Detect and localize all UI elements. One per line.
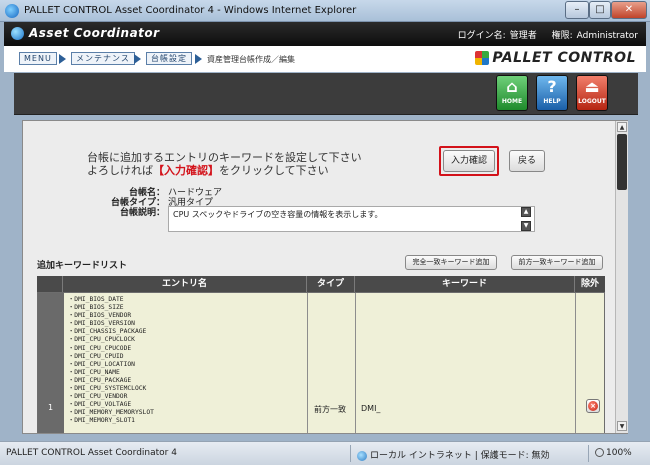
window-titlebar: PALLET CONTROL Asset Coordinator 4 - Win… [0, 0, 650, 22]
row-number-cell: 1 [38, 293, 64, 433]
help-icon: ? [547, 77, 557, 96]
keyword-cell [356, 293, 576, 433]
status-separator [588, 445, 589, 462]
col-type: タイプ [307, 276, 355, 292]
entry-name-item: ・DMI_CPU_PACKAGE [68, 376, 132, 384]
row-type-value: 前方一致 [314, 405, 346, 414]
security-zone-text: ローカル イントラネット | 保護モード: 無効 [370, 451, 550, 461]
add-exact-match-keyword-button[interactable]: 完全一致キーワード追加 [405, 255, 497, 270]
breadcrumb: MENU メンテナンス 台帳設定 資産管理台帳作成／編集 PALLET CONT… [4, 46, 646, 72]
breadcrumb-arrow-icon [195, 54, 202, 64]
app-logo-icon [11, 27, 24, 40]
entry-name-item: ・DMI_BIOS_DATE [68, 296, 124, 303]
breadcrumb-menu[interactable]: MENU [19, 52, 57, 65]
globe-icon [357, 450, 367, 461]
zoom-level[interactable]: 100% [595, 448, 632, 458]
content-scrollbar[interactable]: ▲ ▼ [615, 121, 628, 433]
logout-button[interactable]: ⏏ LOGOUT [576, 75, 608, 111]
brand-mark-icon [475, 51, 490, 65]
desc-scroll-up-icon[interactable]: ▲ [521, 207, 531, 217]
home-button[interactable]: ⌂ HOME [496, 75, 528, 111]
col-entry-name: エントリ名 [63, 276, 307, 292]
brand-name: PALLET CONTROL [492, 50, 636, 66]
authority-value: Administrator [576, 31, 638, 41]
entry-name-list: ・DMI_BIOS_DATE ・DMI_BIOS_SIZE ・DMI_BIOS_VE… [68, 296, 154, 426]
entry-name-item: ・DMI_CPU_CPUCLOCK [68, 336, 135, 344]
ledger-desc-label: 台帳説明： [119, 208, 165, 218]
col-number [37, 276, 63, 292]
content-frame: 台帳に追加するエントリのキーワードを設定して下さい よろしければ【入力確認】をク… [22, 120, 628, 434]
breadcrumb-current: 資産管理台帳作成／編集 [207, 55, 295, 64]
entry-name-item: ・DMI_MEMORY_SLOT1 [68, 417, 135, 425]
scroll-up-icon[interactable]: ▲ [617, 122, 627, 132]
row-keyword-value[interactable]: DMI_ [361, 404, 380, 413]
authority-label: 権限: [551, 31, 573, 41]
zoom-icon [595, 448, 604, 457]
entry-name-item: ・DMI_CPU_VOLTAGE [68, 401, 132, 409]
nav-band: ⌂ HOME ? HELP ⏏ LOGOUT [14, 73, 638, 115]
logout-label: LOGOUT [578, 98, 606, 105]
logout-icon: ⏏ [584, 77, 600, 96]
ledger-desc-textarea[interactable]: CPU スペックやドライブの空き容量の情報を表示します。 [168, 206, 535, 232]
instruction-line2: よろしければ【入力確認】をクリックして下さい [87, 164, 362, 177]
home-icon: ⌂ [506, 77, 518, 96]
instruction-line2-pre: よろしければ [87, 164, 153, 177]
breadcrumb-maintenance[interactable]: メンテナンス [71, 52, 135, 65]
status-separator [350, 445, 351, 462]
entry-name-item: ・DMI_CHASSIS_PACKAGE [68, 328, 147, 336]
delete-icon: × [588, 401, 598, 411]
keyword-list-title: 追加キーワードリスト [37, 261, 128, 271]
table-header: エントリ名 タイプ キーワード 除外 [37, 276, 605, 292]
ie-icon [5, 4, 19, 18]
scroll-thumb[interactable] [617, 134, 627, 190]
window-title: PALLET CONTROL Asset Coordinator 4 - Win… [24, 5, 357, 16]
instruction-line2-post: をクリックして下さい [219, 164, 329, 177]
exclude-row-button[interactable]: × [586, 399, 600, 413]
app-name: Asset Coordinator [29, 26, 160, 40]
entry-name-item: ・DMI_BIOS_VERSION [68, 320, 135, 328]
minimize-button[interactable]: – [565, 1, 589, 19]
content-area: 台帳に追加するエントリのキーワードを設定して下さい よろしければ【入力確認】をク… [23, 121, 615, 433]
close-window-button[interactable]: ✕ [611, 1, 647, 19]
status-bar: PALLET CONTROL Asset Coordinator 4 ローカル … [0, 441, 650, 465]
maximize-button[interactable]: □ [589, 1, 611, 19]
login-info: ログイン名: 管理者 権限: Administrator [454, 28, 638, 41]
status-text: PALLET CONTROL Asset Coordinator 4 [6, 448, 177, 458]
app-header: Asset Coordinator ログイン名: 管理者 権限: Administr… [4, 22, 646, 46]
col-exclude: 除外 [580, 279, 599, 289]
table-row: 1 ・DMI_BIOS_DATE ・DMI_BIOS_SIZE ・DMI_BIOS_… [37, 292, 605, 433]
entry-name-item: ・DMI_BIOS_VENDOR [68, 312, 132, 320]
entry-name-item: ・DMI_CPU_NAME [68, 368, 120, 376]
instruction-line2-highlight: 【入力確認】 [153, 164, 219, 177]
entry-name-item: ・DMI_CPU_SYSTEMCLOCK [68, 385, 147, 393]
entry-name-item: ・DMI_CPU_VENDOR [68, 393, 128, 401]
entry-name-item: ・DMI_CPU_LOCATION [68, 360, 135, 368]
entry-name-item: ・DMI_CPU_CPUID [68, 352, 124, 360]
confirm-button[interactable]: 入力確認 [443, 150, 495, 172]
breadcrumb-arrow-icon [59, 54, 66, 64]
login-name: 管理者 [509, 31, 537, 41]
help-label: HELP [543, 98, 561, 105]
entry-name-item: ・DMI_BIOS_SIZE [68, 304, 124, 312]
login-label: ログイン名: [457, 31, 506, 41]
entry-name-item: ・DMI_CPU_CPUCODE [68, 344, 132, 352]
instruction-line1: 台帳に追加するエントリのキーワードを設定して下さい [87, 151, 362, 164]
col-keyword: キーワード [355, 276, 575, 292]
breadcrumb-ledger-settings[interactable]: 台帳設定 [146, 52, 192, 65]
help-button[interactable]: ? HELP [536, 75, 568, 111]
brand-logo: PALLET CONTROL [475, 50, 636, 66]
add-prefix-match-keyword-button[interactable]: 前方一致キーワード追加 [511, 255, 603, 270]
back-button[interactable]: 戻る [509, 150, 545, 172]
scroll-down-icon[interactable]: ▼ [617, 421, 627, 431]
desc-scroll-down-icon[interactable]: ▼ [521, 221, 531, 231]
entry-name-item: ・DMI_MEMORY_MEMORYSLOT [68, 409, 154, 417]
security-zone[interactable]: ローカル イントラネット | 保護モード: 無効 [357, 448, 550, 461]
row-number: 1 [48, 403, 54, 412]
zoom-text: 100% [606, 448, 632, 458]
breadcrumb-arrow-icon [134, 54, 141, 64]
home-label: HOME [501, 98, 523, 105]
instruction-text: 台帳に追加するエントリのキーワードを設定して下さい よろしければ【入力確認】をク… [87, 151, 362, 177]
